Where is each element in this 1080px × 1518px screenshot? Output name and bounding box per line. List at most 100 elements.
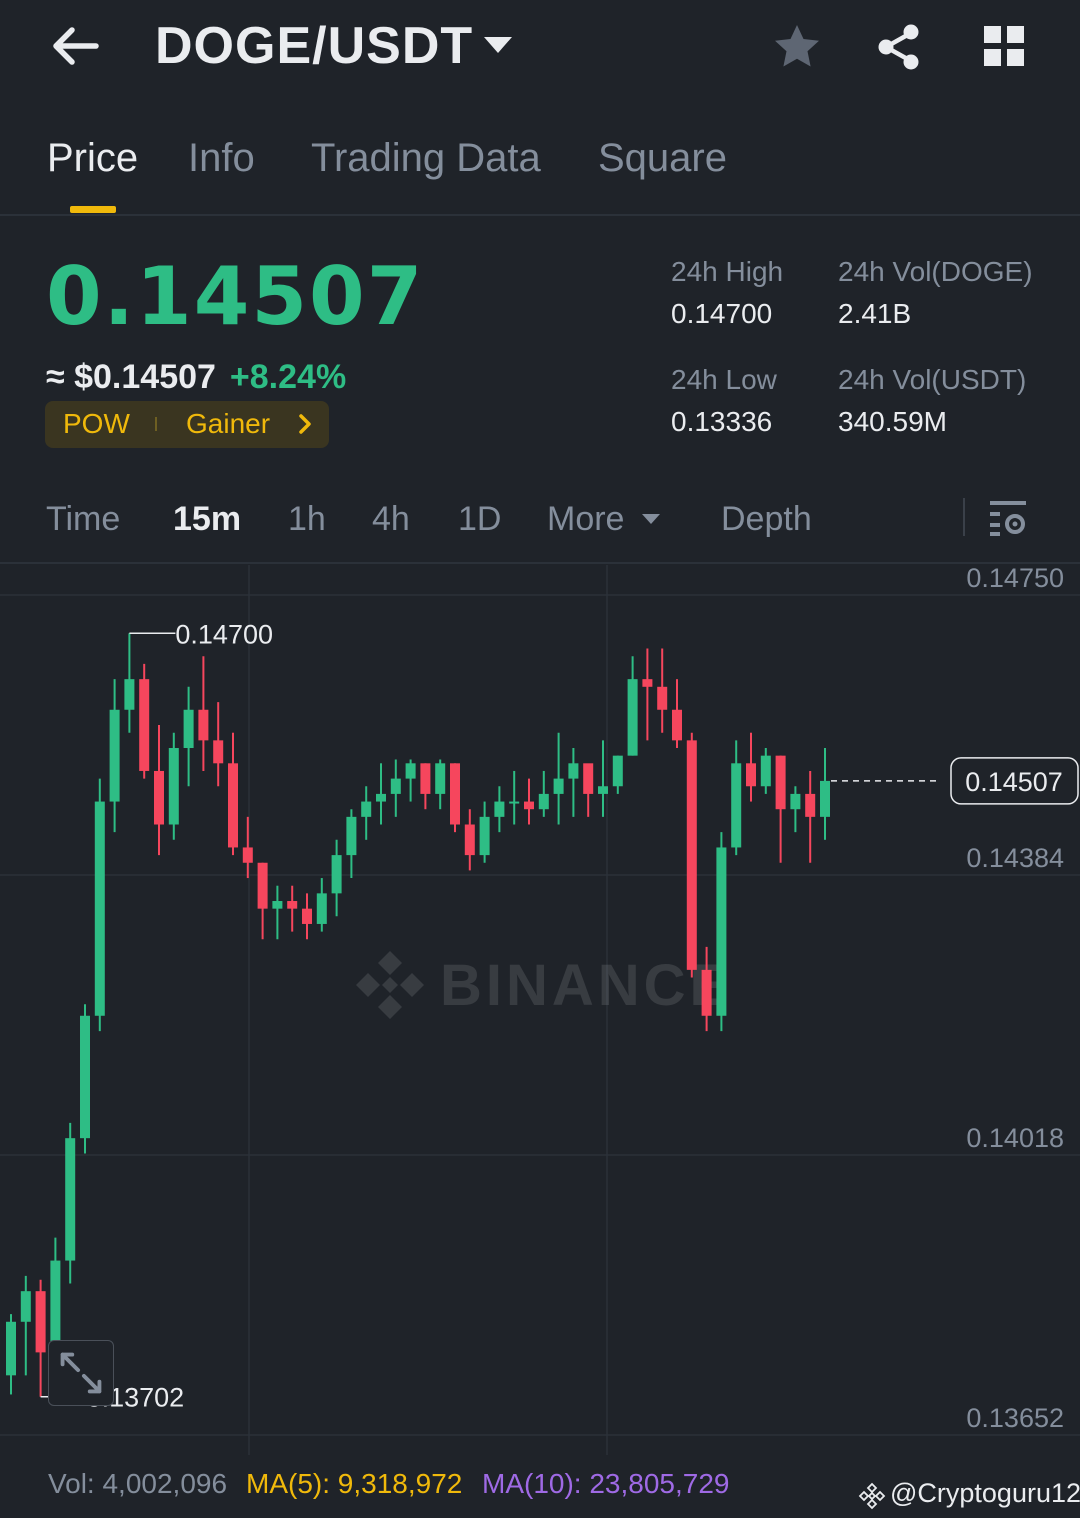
binance-logo-icon xyxy=(858,1482,886,1510)
candle-body xyxy=(746,763,756,787)
candle-body xyxy=(509,801,520,804)
star-icon[interactable] xyxy=(772,22,822,72)
chevron-right-icon[interactable] xyxy=(297,413,313,435)
candle-body xyxy=(538,793,549,810)
stat-vol-base-label: 24h Vol(DOGE) xyxy=(838,256,1033,287)
candle-body xyxy=(450,763,460,825)
candle-body xyxy=(168,748,179,825)
candle-body xyxy=(612,755,623,787)
top-bar: DOGE/USDT xyxy=(0,0,1080,96)
fiat-price: ≈ $0.14507 xyxy=(46,358,216,396)
tab-bar: Price Info Trading Data Square xyxy=(0,110,1080,216)
divider xyxy=(963,498,965,536)
tab-price[interactable]: Price xyxy=(47,136,138,181)
candle-body xyxy=(701,969,712,1016)
candle-body xyxy=(6,1321,16,1376)
candle-body xyxy=(435,763,446,794)
ma10-readout: MA(10): 23,805,729 xyxy=(482,1468,730,1499)
candle-body xyxy=(20,1291,31,1322)
pair-title[interactable]: DOGE/USDT xyxy=(155,16,473,76)
stat-high-value: 0.14700 xyxy=(671,298,773,329)
expand-chart-icon[interactable] xyxy=(48,1340,114,1406)
caret-down-icon[interactable] xyxy=(641,512,661,526)
candle-body xyxy=(598,786,608,794)
candle-body xyxy=(124,679,135,710)
candle-body xyxy=(213,740,224,764)
candle-body xyxy=(420,763,431,794)
interval-15m[interactable]: 15m xyxy=(173,500,241,539)
tag-pow[interactable]: POW xyxy=(63,408,130,440)
stat-vol-quote-label: 24h Vol(USDT) xyxy=(838,364,1027,395)
candle-body xyxy=(65,1138,76,1261)
candle-body xyxy=(657,686,668,710)
candle-body xyxy=(198,709,209,741)
volume-readout: Vol: 4,002,096 xyxy=(48,1468,228,1499)
last-price: 0.14507 xyxy=(46,250,425,343)
candle-body xyxy=(94,801,105,1016)
change-percent: +8.24% xyxy=(229,358,347,396)
tab-square[interactable]: Square xyxy=(598,136,727,181)
interval-time[interactable]: Time xyxy=(46,500,120,539)
tag-gainer[interactable]: Gainer xyxy=(186,408,270,440)
stat-low-label: 24h Low xyxy=(671,364,777,395)
candle-body xyxy=(35,1291,46,1353)
candle-body xyxy=(154,770,164,825)
candle-body xyxy=(361,801,372,817)
candle-body xyxy=(627,679,638,756)
interval-bar: Time 15m 1h 4h 1D More Depth xyxy=(0,480,1080,564)
candle-body xyxy=(331,855,342,894)
candle-body xyxy=(80,1015,90,1139)
high-marker-label: 0.14700 xyxy=(175,619,273,649)
candle-body xyxy=(760,755,771,787)
tab-trading-data[interactable]: Trading Data xyxy=(311,136,541,181)
volume-footer: Vol: 4,002,096 MA(5): 9,318,972 MA(10): … xyxy=(0,1458,1080,1518)
candle-body xyxy=(642,679,653,687)
caret-down-icon[interactable] xyxy=(482,34,514,56)
back-arrow-icon[interactable] xyxy=(50,22,102,70)
candle-body xyxy=(672,709,682,741)
tag-pill[interactable]: POW Gainer xyxy=(45,401,329,448)
candle-body xyxy=(405,763,416,779)
y-tick-label: 0.14018 xyxy=(966,1123,1064,1153)
credit-text: @Cryptoguru12 xyxy=(890,1478,1080,1508)
candle-body xyxy=(242,847,253,863)
interval-1h[interactable]: 1h xyxy=(288,500,326,539)
grid-icon[interactable] xyxy=(982,24,1028,70)
stat-high-label: 24h High xyxy=(671,256,784,287)
candle-body xyxy=(805,793,816,817)
chart-settings-icon[interactable] xyxy=(988,498,1028,538)
candle-body xyxy=(376,793,386,802)
candle-body xyxy=(790,793,801,810)
tab-info[interactable]: Info xyxy=(188,136,255,181)
candle-body xyxy=(479,816,490,856)
candle-body xyxy=(302,908,312,924)
interval-more[interactable]: More xyxy=(547,500,624,539)
active-tab-indicator xyxy=(70,206,116,213)
stat-low-value: 0.13336 xyxy=(671,406,773,437)
ma5-readout: MA(5): 9,318,972 xyxy=(246,1468,463,1499)
interval-4h[interactable]: 4h xyxy=(372,500,410,539)
candle-body xyxy=(228,763,238,848)
candle-body xyxy=(183,709,194,749)
share-icon[interactable] xyxy=(874,22,924,72)
interval-1d[interactable]: 1D xyxy=(458,500,501,539)
candle-body xyxy=(109,709,120,802)
stat-vol-quote-value: 340.59M xyxy=(838,406,947,437)
tag-separator xyxy=(155,417,157,431)
candle-body xyxy=(716,847,727,1016)
candlestick-chart[interactable]: BINANCE 0.147000.137020.14507 0.147500.1… xyxy=(0,565,1080,1455)
fiat-row: ≈ $0.14507 +8.24% xyxy=(46,358,346,397)
candle-body xyxy=(464,824,475,856)
binance-watermark: BINANCE xyxy=(356,951,728,1019)
y-tick-label: 0.13652 xyxy=(966,1403,1064,1433)
stat-vol-base-value: 2.41B xyxy=(838,298,912,329)
candle-body xyxy=(553,778,564,794)
y-tick-label: 0.14750 xyxy=(966,565,1064,593)
candle-body xyxy=(272,901,283,909)
candle-body xyxy=(139,679,150,771)
interval-depth[interactable]: Depth xyxy=(721,500,812,539)
candle-body xyxy=(287,901,298,909)
candle-body xyxy=(568,763,579,779)
candle-body xyxy=(731,763,742,848)
candle-body xyxy=(390,778,401,794)
